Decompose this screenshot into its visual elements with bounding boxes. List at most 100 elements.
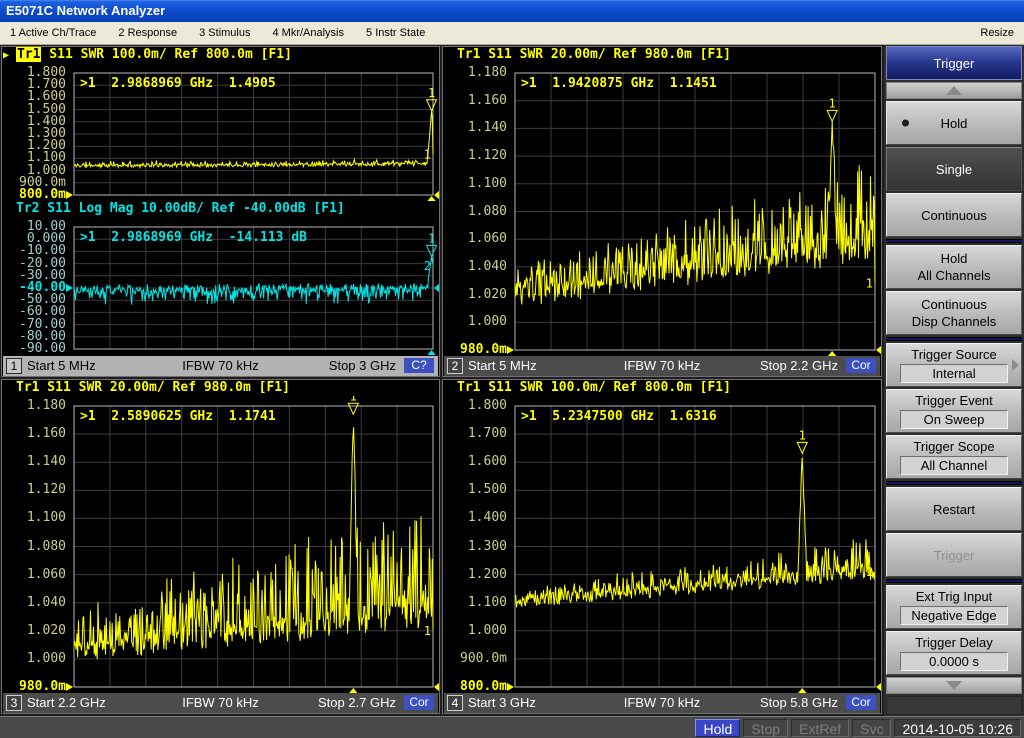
softkey-hold-all-channels-button[interactable]: Hold All Channels: [886, 245, 1022, 289]
trace-4-tr1-graph: 11: [443, 396, 881, 693]
softkey-trigger-button: Trigger: [886, 533, 1022, 577]
marker-number-label: 1: [350, 396, 357, 403]
main-area: ▶Tr1 S11 SWR 100.0m/ Ref 800.0m [F1]1.80…: [0, 45, 1024, 716]
trace-format-label: S11 SWR 20.00m/ Ref 980.0m [F1]: [39, 380, 289, 395]
channel-2-panel: Tr1 S11 SWR 20.00m/ Ref 980.0m [F1]1.180…: [442, 46, 882, 377]
softkey-label-line: Hold: [941, 251, 968, 266]
active-trace-arrow-icon: ▶: [3, 48, 9, 64]
trace-format-label: S11 Log Mag 10.00dB/ Ref -40.00dB [F1]: [39, 201, 344, 216]
title-bar: E5071C Network Analyzer: [0, 0, 1024, 22]
window-title: E5071C Network Analyzer: [6, 3, 165, 18]
softkey-label-line: All Channels: [918, 268, 991, 283]
trace-end-label: 1: [424, 624, 431, 638]
softkey-value: Negative Edge: [900, 606, 1008, 625]
trace-name-label: Tr2: [16, 201, 39, 216]
marker-readout: >1 2.5890625 GHz 1.1741: [80, 409, 276, 424]
submenu-arrow-icon: [1012, 359, 1019, 371]
sweep-stop-label: Stop 2.7 GHz: [318, 695, 396, 711]
correction-badge: Cor: [404, 695, 434, 710]
softkey-trigger-scope-button[interactable]: Trigger Scope All Channel: [886, 435, 1022, 479]
softkey-scroll-down-button[interactable]: [886, 677, 1022, 694]
menu-item-mkr-analysis[interactable]: 4 Mkr/Analysis: [272, 27, 344, 39]
softkey-label: Trigger Event: [915, 393, 993, 408]
trace-2-tr1-header[interactable]: Tr1 S11 SWR 20.00m/ Ref 980.0m [F1]: [443, 47, 881, 63]
channel-4-status-bar: 4Start 3 GHzIFBW 70 kHzStop 5.8 GHzCor: [444, 693, 880, 713]
status-hold: Hold: [695, 719, 740, 737]
menu-item-response[interactable]: 2 Response: [118, 27, 177, 39]
marker-readout: >1 5.2347500 GHz 1.6316: [521, 409, 717, 424]
ref-level-arrow-left-icon: [66, 284, 73, 292]
softkey-hold-button[interactable]: Hold: [886, 101, 1022, 145]
channel-4-panel: Tr1 S11 SWR 100.0m/ Ref 800.0m [F1]1.800…: [442, 379, 882, 714]
channel-3-status-bar: 3Start 2.2 GHzIFBW 70 kHzStop 2.7 GHzCor: [3, 693, 438, 713]
status-extref: ExtRef: [791, 719, 849, 737]
trace-name-label: Tr1: [16, 380, 39, 395]
softkey-separator: [886, 579, 1022, 583]
softkey-label-line: Continuous: [921, 297, 987, 312]
status-datetime: 2014-10-05 10:26: [894, 719, 1021, 737]
softkey-single-button[interactable]: Single: [886, 147, 1022, 191]
softkey-value: On Sweep: [900, 410, 1008, 429]
ref-level-arrow-left-icon: [66, 191, 73, 199]
trace-4-tr1-header[interactable]: Tr1 S11 SWR 100.0m/ Ref 800.0m [F1]: [443, 380, 881, 396]
trace-end-label: 1: [866, 277, 873, 291]
marker-number-label: 1: [799, 428, 806, 442]
trace-end-label: 2: [424, 259, 431, 273]
trace-1-tr2-header[interactable]: Tr2 S11 Log Mag 10.00dB/ Ref -40.00dB [F…: [2, 201, 439, 217]
trace-name-label: Tr1: [457, 380, 480, 395]
sweep-stop-label: Stop 3 GHz: [329, 358, 396, 374]
channel-2-status-bar: 2Start 5 MHzIFBW 70 kHzStop 2.2 GHzCor: [444, 356, 880, 376]
channel-panels: ▶Tr1 S11 SWR 100.0m/ Ref 800.0m [F1]1.80…: [0, 45, 884, 716]
arrow-up-icon: [946, 86, 962, 95]
marker-number-label: 1: [428, 86, 435, 100]
softkey-value: Internal: [900, 364, 1008, 383]
softkey-continuous-button[interactable]: Continuous: [886, 193, 1022, 237]
softkey-restart-button[interactable]: Restart: [886, 487, 1022, 531]
ref-level-arrow-left-icon: [507, 346, 514, 354]
correction-badge: C?: [404, 358, 434, 373]
status-stop: Stop: [743, 719, 788, 737]
softkey-label: Single: [936, 162, 972, 177]
status-svc: Svc: [852, 719, 891, 737]
softkey-scroll-up-button[interactable]: [886, 82, 1022, 99]
softkey-menu-title: Trigger: [886, 46, 1022, 80]
softkey-separator: [886, 337, 1022, 341]
softkey-label: Hold: [941, 116, 968, 131]
trace-format-label: S11 SWR 20.00m/ Ref 980.0m [F1]: [480, 47, 730, 62]
trace-1-tr1-header[interactable]: ▶ Tr1 S11 SWR 100.0m/ Ref 800.0m [F1]: [2, 47, 439, 63]
resize-label[interactable]: Resize: [980, 27, 1014, 39]
ref-level-arrow-left-icon: [507, 683, 514, 691]
softkey-separator: [886, 239, 1022, 243]
menu-item-instr-state[interactable]: 5 Instr State: [366, 27, 425, 39]
system-status-bar: HoldStopExtRefSvc2014-10-05 10:26: [0, 716, 1024, 738]
softkey-trigger-source-button[interactable]: Trigger SourceInternal: [886, 343, 1022, 387]
marker-readout: >1 2.9868969 GHz -14.113 dB: [80, 230, 307, 245]
softkey-trigger-delay-button[interactable]: Trigger Delay0.0000 s: [886, 631, 1022, 675]
arrow-down-icon: [946, 681, 962, 690]
marker-triangle-icon: [797, 442, 807, 453]
trace-2-tr1-plot: 1.1801.1601.1401.1201.1001.0801.0601.040…: [443, 63, 881, 356]
softkey-value: All Channel: [900, 456, 1008, 475]
trace-3-tr1-header[interactable]: Tr1 S11 SWR 20.00m/ Ref 980.0m [F1]: [2, 380, 439, 396]
ref-level-arrow-right-icon: [876, 683, 881, 691]
menu-item-stimulus[interactable]: 3 Stimulus: [199, 27, 250, 39]
trace-name-label: Tr1: [16, 47, 41, 62]
menu-item-active-ch-trace[interactable]: 1 Active Ch/Trace: [10, 27, 96, 39]
softkey-continuous-disp-channels-button[interactable]: Continuous Disp Channels: [886, 291, 1022, 335]
trace-format-label: S11 SWR 100.0m/ Ref 800.0m [F1]: [41, 47, 291, 62]
softkey-label: Continuous: [921, 208, 987, 223]
trace-name-label: Tr1: [457, 47, 480, 62]
trace-3-tr1-plot: 1.1801.1601.1401.1201.1001.0801.0601.040…: [2, 396, 439, 693]
softkey-sidebar: Trigger Hold Single Continuous Hold All Chann…: [884, 45, 1024, 716]
trace-1-tr1-plot: 1.8001.7001.6001.5001.4001.3001.2001.100…: [2, 63, 439, 201]
ref-level-arrow-right-icon: [434, 683, 439, 691]
trace-2-tr1-graph: 11: [443, 63, 881, 356]
softkey-label: Trigger: [934, 548, 975, 563]
softkey-ext-trig-input-button[interactable]: Ext Trig InputNegative Edge: [886, 585, 1022, 629]
softkey-label: Trigger Scope: [913, 439, 994, 454]
softkey-label-line: Disp Channels: [912, 314, 997, 329]
channel-3-panel: Tr1 S11 SWR 20.00m/ Ref 980.0m [F1]1.180…: [1, 379, 440, 714]
correction-badge: Cor: [846, 358, 876, 373]
menu-bar: 1 Active Ch/Trace 2 Response 3 Stimulus 4 M…: [0, 22, 1024, 45]
softkey-trigger-event-button[interactable]: Trigger Event On Sweep: [886, 389, 1022, 433]
